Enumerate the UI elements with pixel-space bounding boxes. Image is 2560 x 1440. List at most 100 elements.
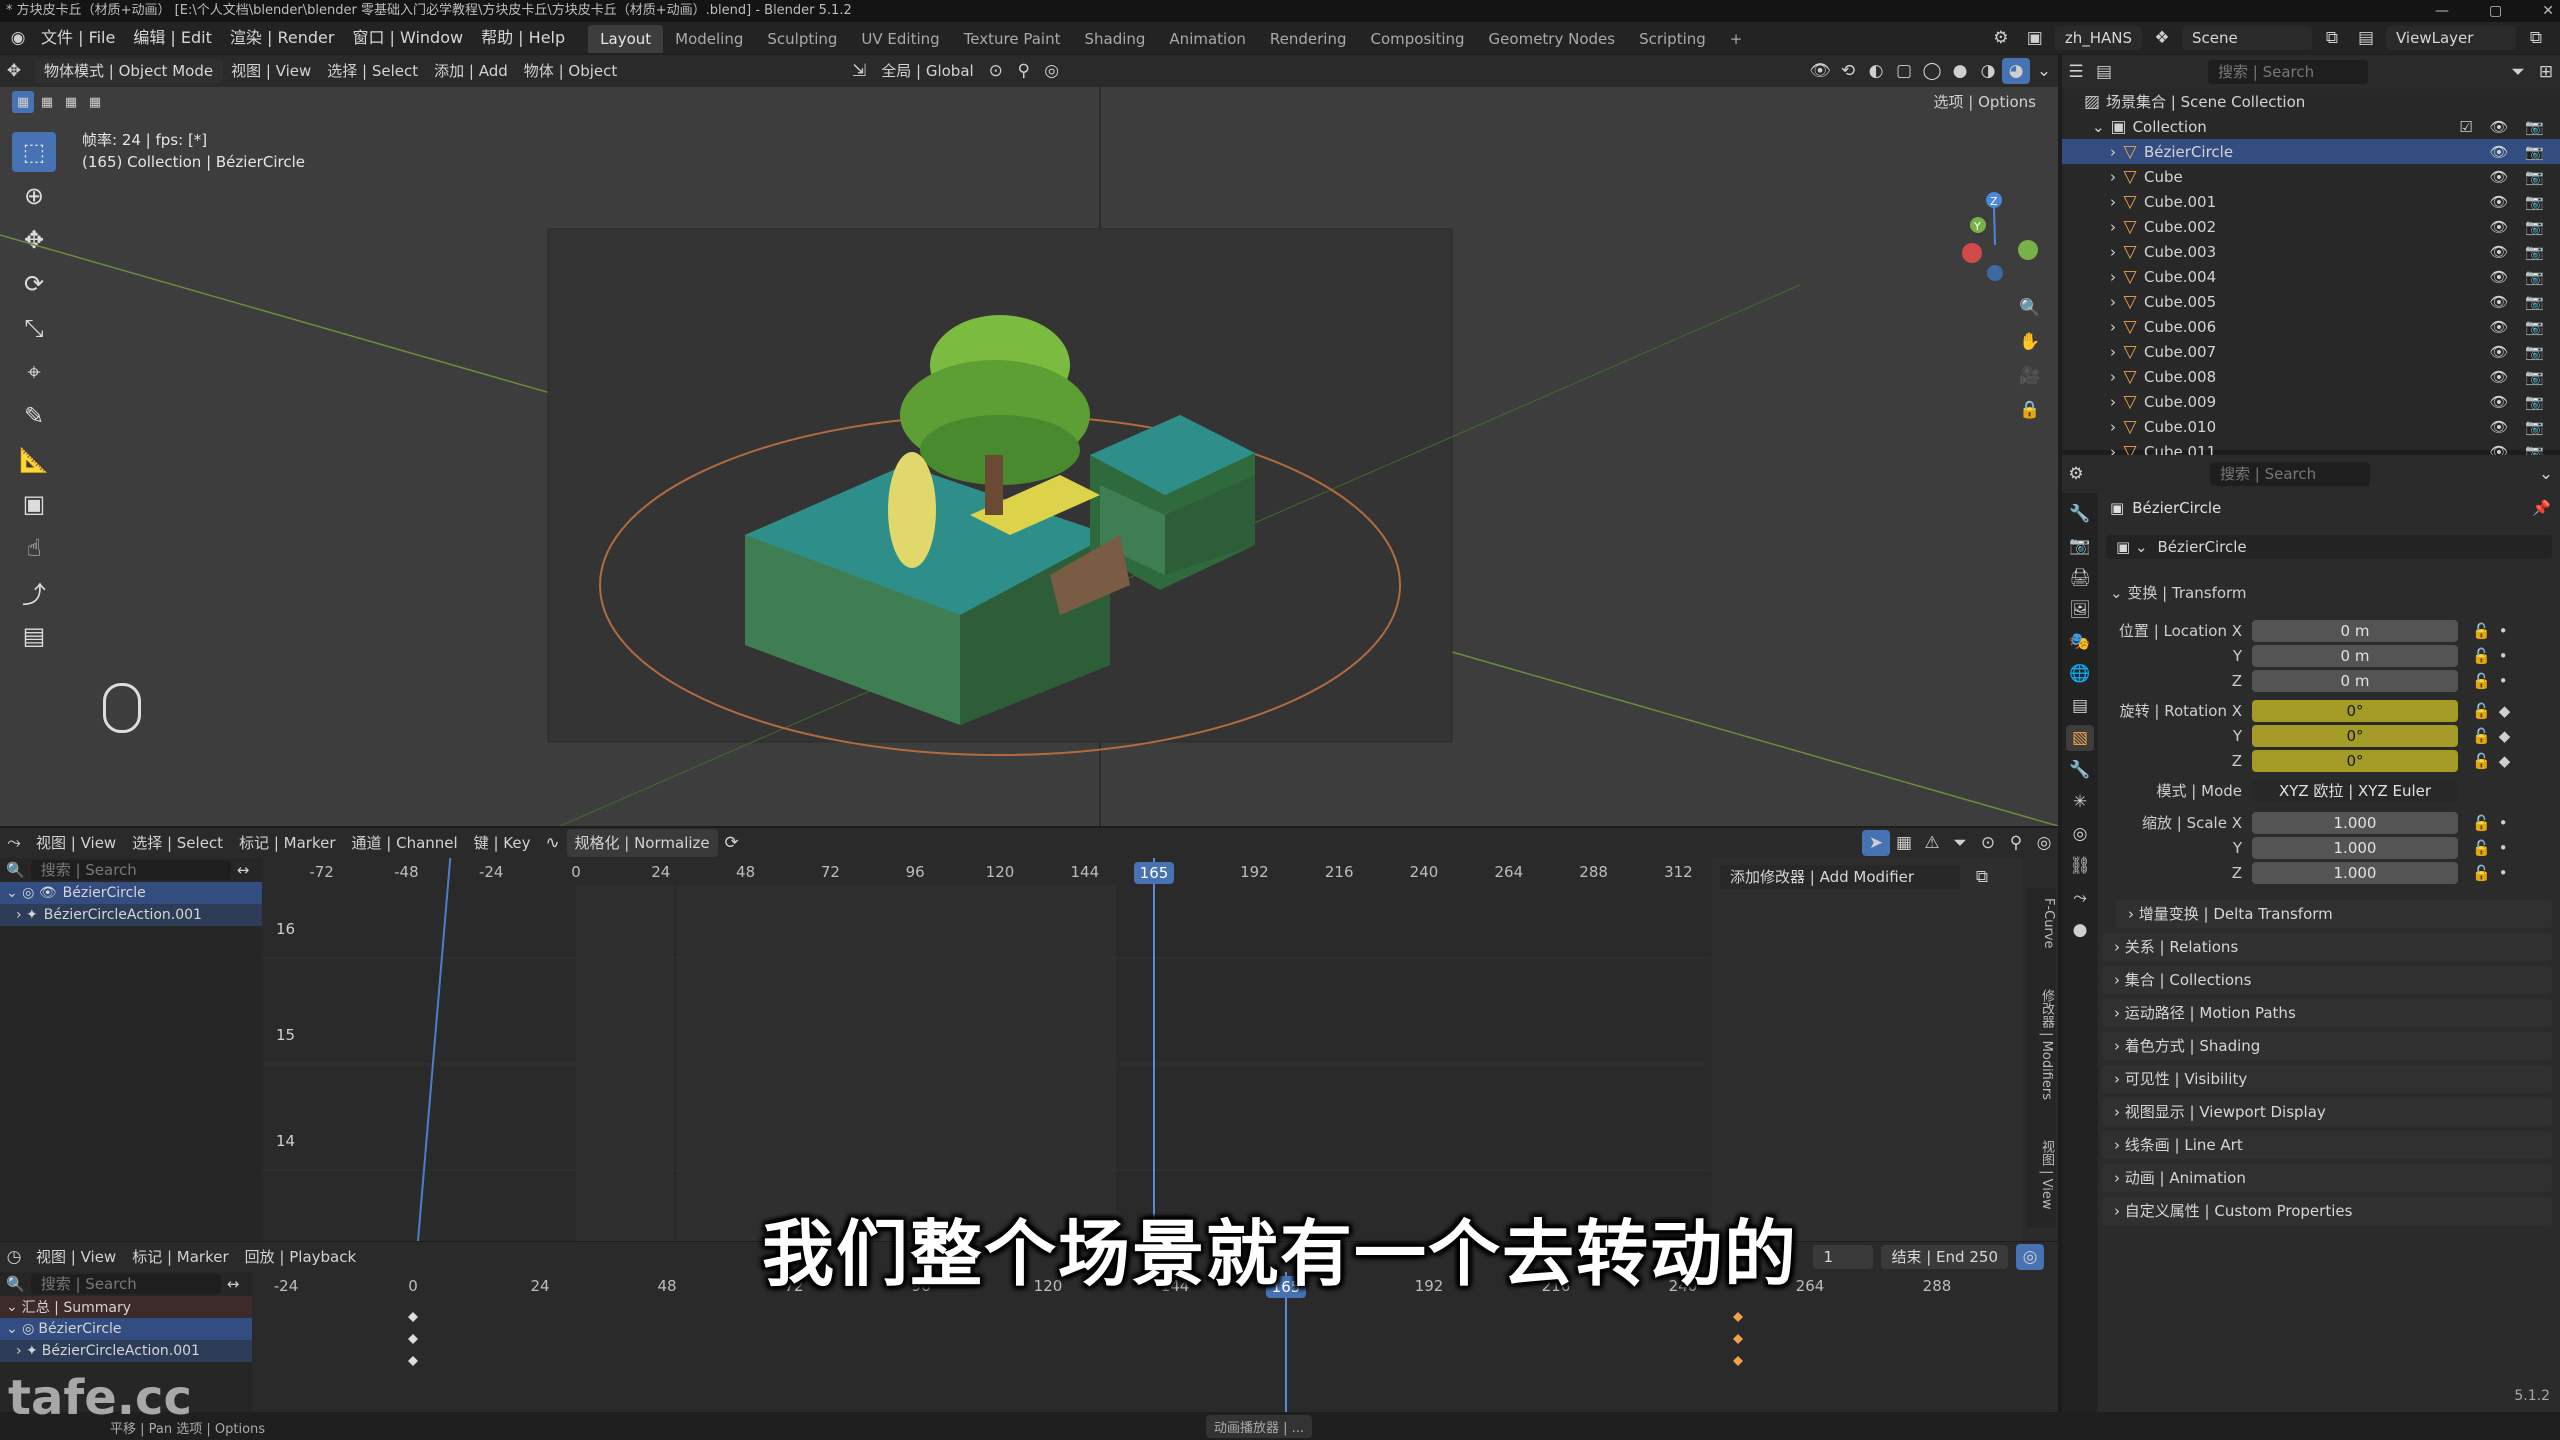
scene-field[interactable]: Scene <box>2182 26 2312 50</box>
graph-menu-select[interactable]: 选择 | Select <box>124 829 231 857</box>
swap-icon[interactable]: ↔ <box>237 861 250 879</box>
snap-icon[interactable]: ⚲ <box>2002 830 2030 856</box>
outliner-item[interactable]: › ▽ Cube.009 👁 📷 <box>2062 389 2560 414</box>
blender-logo-icon[interactable]: ◉ <box>4 25 32 51</box>
normalize-toggle[interactable]: 规格化 | Normalize <box>566 829 718 857</box>
location-x-field[interactable]: 0 m <box>2252 619 2458 642</box>
3d-viewport[interactable]: ✥ 物体模式 | Object Mode 视图 | View 选择 | Sele… <box>0 55 2058 826</box>
visibility-toggles[interactable]: 👁 📷 <box>2490 293 2560 311</box>
property-panel-header[interactable]: › 集合 | Collections <box>2102 966 2552 994</box>
outliner-item[interactable]: › ▽ Cube.010 👁 📷 <box>2062 414 2560 439</box>
add-modifier-dropdown[interactable]: 添加修改器 | Add Modifier <box>1720 865 1960 889</box>
output-tab-icon[interactable]: 🖨 <box>2066 565 2094 591</box>
tab-shading[interactable]: Shading <box>1072 25 1157 53</box>
minimize-icon[interactable]: — <box>2435 0 2449 22</box>
tab-geometry-nodes[interactable]: Geometry Nodes <box>1477 25 1628 53</box>
graph-menu-key[interactable]: 键 | Key <box>466 829 539 857</box>
display-mode-icon[interactable]: ▤ <box>2090 59 2118 85</box>
close-icon[interactable]: ✕ <box>2542 0 2554 22</box>
world-tab-icon[interactable]: 🌐 <box>2066 661 2094 687</box>
outliner-item[interactable]: › ▽ Cube.008 👁 📷 <box>2062 364 2560 389</box>
collection-tab-icon[interactable]: ▤ <box>2066 693 2094 719</box>
property-panel-header[interactable]: › 增量变换 | Delta Transform <box>2116 900 2552 928</box>
visibility-toggles[interactable]: 👁 📷 <box>2490 368 2560 386</box>
new-collection-icon[interactable]: ⊞ <box>2532 59 2560 85</box>
modifier-tab-icon[interactable]: 🔧 <box>2066 757 2094 783</box>
physics-tab-icon[interactable]: ◎ <box>2066 821 2094 847</box>
expand-icon[interactable]: ⌄ <box>2092 118 2105 136</box>
view-layer-tab-icon[interactable]: 🖼 <box>2066 597 2094 623</box>
visibility-toggles[interactable]: 👁 📷 <box>2490 418 2560 436</box>
lock-icon[interactable]: 🔓 <box>2472 752 2491 770</box>
lock-icon[interactable]: 🔒 <box>2016 397 2044 423</box>
properties-options-icon[interactable]: ⌄ <box>2532 461 2560 487</box>
visibility-toggles[interactable]: 👁 📷 <box>2490 343 2560 361</box>
keyframe-icon[interactable]: ◆ <box>2499 752 2511 770</box>
property-panel-header[interactable]: › 动画 | Animation <box>2102 1164 2552 1192</box>
show-errors-icon[interactable]: ⚠ <box>1918 830 1946 856</box>
particles-tab-icon[interactable]: ✳ <box>2066 789 2094 815</box>
tab-layout[interactable]: Layout <box>588 25 664 53</box>
playback-status[interactable]: 动画播放器 | ... <box>1206 1415 1313 1438</box>
graph-search-input[interactable]: 搜索 | Search <box>30 860 231 880</box>
tab-sculpting[interactable]: Sculpting <box>755 25 849 53</box>
property-panel-header[interactable]: › 关系 | Relations <box>2102 933 2552 961</box>
menu-help[interactable]: 帮助 | Help <box>472 22 574 54</box>
property-panel-header[interactable]: › 运动路径 | Motion Paths <box>2102 999 2552 1027</box>
render-tab-icon[interactable]: 📷 <box>2066 533 2094 559</box>
rotation-z-field[interactable]: 0° <box>2252 749 2458 772</box>
outliner-item[interactable]: › ▽ Cube.001 👁 📷 <box>2062 189 2560 214</box>
property-panel-header[interactable]: › 可见性 | Visibility <box>2102 1065 2552 1093</box>
maximize-icon[interactable]: ▢ <box>2489 0 2502 22</box>
refresh-icon[interactable]: ⟳ <box>718 830 746 856</box>
add-workspace-button[interactable]: + <box>1718 25 1755 53</box>
pin-icon[interactable]: 📌 <box>2532 499 2551 517</box>
outliner-item[interactable]: › ▽ Cube.007 👁 📷 <box>2062 339 2560 364</box>
new-scene-icon[interactable]: ⧉ <box>2318 25 2346 51</box>
timeline-channel-object[interactable]: ⌄ ◎ BézierCircle <box>0 1318 252 1340</box>
scale-z-field[interactable]: 1.000 <box>2252 861 2458 884</box>
pivot-icon[interactable]: ⊙ <box>1974 830 2002 856</box>
constraints-tab-icon[interactable]: ⛓ <box>2066 853 2094 879</box>
rotation-y-field[interactable]: 0° <box>2252 724 2458 747</box>
lock-icon[interactable]: 🔓 <box>2472 864 2491 882</box>
lock-icon[interactable]: 🔓 <box>2472 647 2491 665</box>
menu-window[interactable]: 窗口 | Window <box>343 22 472 54</box>
visibility-toggles[interactable]: 👁 📷 <box>2490 193 2560 211</box>
image-icon[interactable]: ▣ <box>2021 25 2049 51</box>
graph-menu-marker[interactable]: 标记 | Marker <box>231 829 343 857</box>
tab-modifiers[interactable]: 修改器 | Modifiers <box>2026 989 2056 1100</box>
render-settings-icon[interactable]: ⚙ <box>1987 25 2015 51</box>
graph-curve-area[interactable]: 165 -72 -48 -24 0 24 48 72 96 120 144 192 216 240 264… <box>262 828 1710 1241</box>
transform-panel-header[interactable]: ⌄ 变换 | Transform <box>2110 582 2247 603</box>
graph-editor-type-icon[interactable]: ⤳ <box>0 830 28 856</box>
lock-icon[interactable]: 🔓 <box>2472 702 2491 720</box>
pan-hand-icon[interactable]: ✋ <box>2016 329 2044 355</box>
outliner-item[interactable]: › ▽ Cube.002 👁 📷 <box>2062 214 2560 239</box>
outliner-item[interactable]: › ▽ Cube 👁 📷 <box>2062 164 2560 189</box>
show-hidden-icon[interactable]: ▦ <box>1890 830 1918 856</box>
outliner-editor-icon[interactable]: ☰ <box>2062 59 2090 85</box>
proportional-icon[interactable]: ◎ <box>2030 830 2058 856</box>
graph-channel-action[interactable]: › ✦ BézierCircleAction.001 <box>0 904 262 926</box>
visibility-toggles[interactable]: 👁 📷 <box>2490 393 2560 411</box>
zoom-icon[interactable]: 🔍 <box>2016 295 2044 321</box>
collection-row[interactable]: ⌄ ▣ Collection ☑ 👁 📷 <box>2062 114 2560 139</box>
keyframe-icon[interactable]: ◆ <box>2499 727 2511 745</box>
tab-uv-editing[interactable]: UV Editing <box>849 25 951 53</box>
menu-render[interactable]: 渲染 | Render <box>221 22 344 54</box>
graph-menu-channel[interactable]: 通道 | Channel <box>344 829 466 857</box>
lock-icon[interactable]: 🔓 <box>2472 672 2491 690</box>
collection-toggles[interactable]: ☑ 👁 📷 <box>2459 118 2560 136</box>
property-panel-header[interactable]: › 线条画 | Line Art <box>2102 1131 2552 1159</box>
lock-icon[interactable]: 🔓 <box>2472 622 2491 640</box>
tab-scripting[interactable]: Scripting <box>1627 25 1718 53</box>
timeline-channel-action[interactable]: › ✦ BézierCircleAction.001 <box>0 1340 252 1362</box>
new-view-layer-icon[interactable]: ⧉ <box>2522 25 2550 51</box>
filter-icon[interactable]: ⏷ <box>1946 830 1974 856</box>
rotation-mode-dropdown[interactable]: XYZ 欧拉 | XYZ Euler <box>2252 779 2458 802</box>
scale-x-field[interactable]: 1.000 <box>2252 811 2458 834</box>
property-panel-header[interactable]: › 视图显示 | Viewport Display <box>2102 1098 2552 1126</box>
visibility-toggles[interactable]: 👁 📷 <box>2490 168 2560 186</box>
tab-animation[interactable]: Animation <box>1157 25 1257 53</box>
